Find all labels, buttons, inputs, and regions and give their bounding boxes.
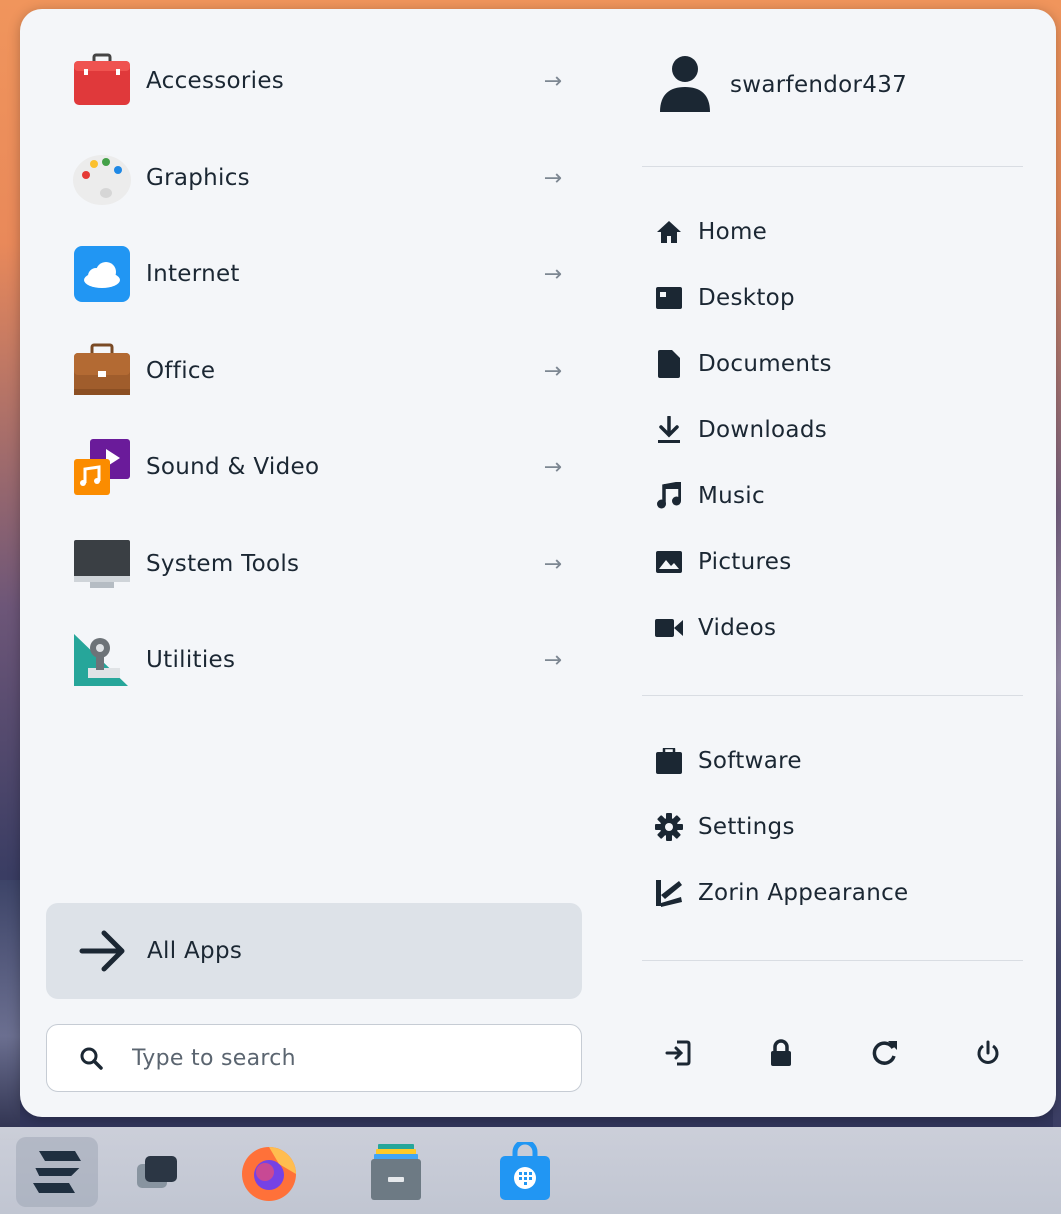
category-system-tools[interactable]: System Tools → bbox=[46, 519, 586, 609]
place-home[interactable]: Home bbox=[654, 210, 1034, 254]
zorin-appearance-icon bbox=[654, 878, 684, 908]
category-utilities[interactable]: Utilities → bbox=[46, 615, 586, 705]
power-icon[interactable] bbox=[968, 1031, 1008, 1075]
arrow-right-icon: → bbox=[543, 165, 562, 191]
place-desktop[interactable]: Desktop bbox=[654, 276, 1034, 320]
document-icon bbox=[654, 349, 684, 379]
zorin-menu-icon[interactable] bbox=[16, 1137, 98, 1207]
wallpaper-streak bbox=[0, 880, 20, 1140]
user-name: swarfendor437 bbox=[730, 72, 908, 98]
files-icon[interactable] bbox=[355, 1137, 437, 1207]
user-avatar-icon bbox=[658, 54, 712, 116]
arrow-right-icon: → bbox=[543, 261, 562, 287]
category-office[interactable]: Office → bbox=[46, 326, 586, 416]
system-label: Settings bbox=[698, 814, 795, 840]
category-graphics[interactable]: Graphics → bbox=[46, 133, 586, 223]
category-label: Office bbox=[146, 358, 216, 384]
category-label: Sound & Video bbox=[146, 454, 320, 480]
video-icon bbox=[654, 613, 684, 643]
separator bbox=[642, 695, 1023, 696]
arrow-right-icon: → bbox=[543, 647, 562, 673]
system-label: Zorin Appearance bbox=[698, 880, 909, 906]
media-icon bbox=[72, 437, 132, 497]
arrow-right-icon: → bbox=[543, 358, 562, 384]
arrow-right-icon: → bbox=[543, 68, 562, 94]
restart-icon[interactable] bbox=[864, 1031, 904, 1075]
logout-icon[interactable] bbox=[658, 1031, 698, 1075]
separator bbox=[642, 166, 1023, 167]
app-menu: Accessories → Graphics → Internet → Offi… bbox=[20, 9, 1056, 1117]
briefcase-icon bbox=[72, 341, 132, 401]
firefox-icon[interactable] bbox=[228, 1137, 310, 1207]
gear-icon bbox=[654, 812, 684, 842]
all-apps-button[interactable]: All Apps bbox=[46, 903, 582, 999]
separator bbox=[642, 960, 1023, 961]
software-store-icon[interactable] bbox=[484, 1137, 566, 1207]
place-videos[interactable]: Videos bbox=[654, 606, 1034, 650]
software-icon bbox=[654, 746, 684, 776]
system-zorin-appearance[interactable]: Zorin Appearance bbox=[654, 871, 1034, 915]
place-label: Pictures bbox=[698, 549, 792, 575]
utilities-icon bbox=[72, 630, 132, 690]
search-input[interactable] bbox=[132, 1045, 532, 1071]
power-actions bbox=[658, 1031, 1018, 1075]
system-software[interactable]: Software bbox=[654, 739, 1034, 783]
monitor-icon bbox=[72, 534, 132, 594]
place-label: Music bbox=[698, 483, 765, 509]
arrow-right-icon: → bbox=[543, 454, 562, 480]
system-label: Software bbox=[698, 748, 802, 774]
search-icon bbox=[79, 1046, 103, 1070]
cloud-icon bbox=[72, 244, 132, 304]
system-settings[interactable]: Settings bbox=[654, 805, 1034, 849]
category-label: Graphics bbox=[146, 165, 250, 191]
category-sound-video[interactable]: Sound & Video → bbox=[46, 422, 586, 512]
place-label: Home bbox=[698, 219, 768, 245]
picture-icon bbox=[654, 547, 684, 577]
lock-icon[interactable] bbox=[761, 1031, 801, 1075]
category-label: Accessories bbox=[146, 68, 285, 94]
place-label: Documents bbox=[698, 351, 832, 377]
place-label: Desktop bbox=[698, 285, 795, 311]
place-music[interactable]: Music bbox=[654, 474, 1034, 518]
music-icon bbox=[654, 481, 684, 511]
home-icon bbox=[654, 217, 684, 247]
toolbox-icon bbox=[72, 51, 132, 111]
category-label: System Tools bbox=[146, 551, 300, 577]
place-pictures[interactable]: Pictures bbox=[654, 540, 1034, 584]
arrow-right-icon bbox=[78, 926, 128, 976]
arrow-right-icon: → bbox=[543, 551, 562, 577]
category-internet[interactable]: Internet → bbox=[46, 229, 586, 319]
category-accessories[interactable]: Accessories → bbox=[46, 36, 586, 126]
user-account[interactable]: swarfendor437 bbox=[658, 55, 907, 115]
download-icon bbox=[654, 415, 684, 445]
taskbar bbox=[0, 1127, 1061, 1214]
place-label: Downloads bbox=[698, 417, 828, 443]
search-box[interactable] bbox=[46, 1024, 582, 1092]
workspaces-icon[interactable] bbox=[116, 1137, 198, 1207]
place-documents[interactable]: Documents bbox=[654, 342, 1034, 386]
all-apps-label: All Apps bbox=[147, 938, 243, 964]
place-downloads[interactable]: Downloads bbox=[654, 408, 1034, 452]
palette-icon bbox=[72, 148, 132, 208]
category-label: Utilities bbox=[146, 647, 236, 673]
place-label: Videos bbox=[698, 615, 777, 641]
category-label: Internet bbox=[146, 261, 240, 287]
desktop-icon bbox=[654, 283, 684, 313]
